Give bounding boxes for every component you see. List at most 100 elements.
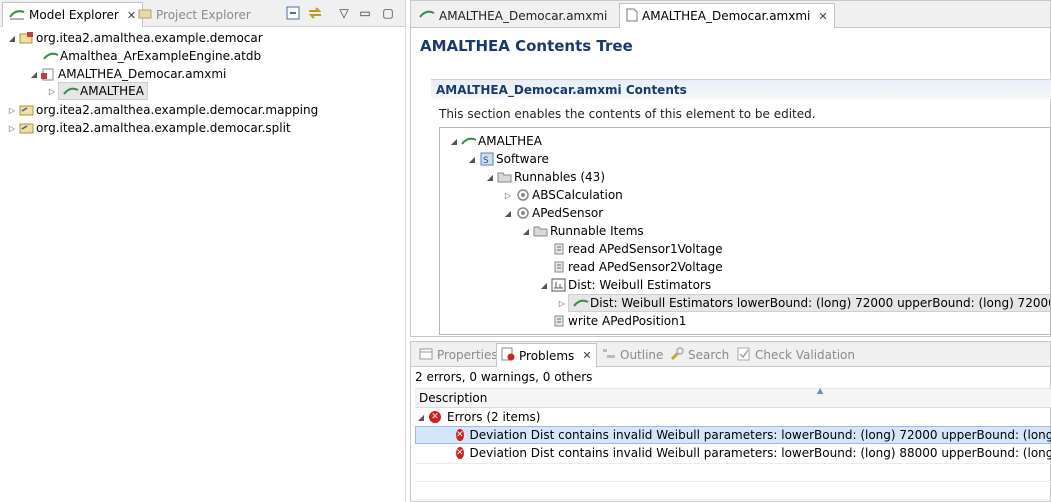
check-validation-icon xyxy=(737,347,751,364)
document-icon xyxy=(626,8,638,25)
tree-item-amalthea[interactable]: ▷ AMALTHEA xyxy=(46,82,148,100)
error-icon: ✕ xyxy=(456,447,464,459)
tab-check-validation[interactable]: Check Validation xyxy=(733,343,859,367)
group-label: Errors (2 items) xyxy=(447,410,541,424)
node-label: read APedSensor1Voltage xyxy=(568,242,723,256)
tree-item-label: AMALTHEA xyxy=(80,84,144,98)
tab-properties[interactable]: Properties xyxy=(415,343,502,367)
expanded-arrow-icon[interactable]: ◢ xyxy=(28,70,40,79)
column-label: Description xyxy=(419,391,488,405)
expanded-arrow-icon[interactable]: ◢ xyxy=(6,34,18,43)
page-title: AMALTHEA Contents Tree xyxy=(420,37,633,55)
svg-text:S: S xyxy=(483,156,489,166)
tree-item-democar[interactable]: ◢ org.itea2.amalthea.example.democar xyxy=(6,29,263,47)
outline-icon xyxy=(602,348,616,363)
content-node-dist[interactable]: ◢ Dist: Weibull Estimators xyxy=(538,276,711,294)
tab-problems[interactable]: Problems ✕ xyxy=(496,343,597,367)
collapsed-arrow-icon[interactable]: ▷ xyxy=(6,106,18,115)
tree-item-mapping[interactable]: ▷ org.itea2.amalthea.example.democar.map… xyxy=(6,101,318,119)
folder-icon xyxy=(532,223,550,239)
row-divider xyxy=(415,463,1051,464)
collapsed-arrow-icon[interactable]: ▷ xyxy=(6,124,18,133)
contents-tree[interactable]: ◢ AMALTHEA ◢ S Software ◢ Runnables (43)… xyxy=(439,127,1051,335)
project-folder-icon xyxy=(18,120,36,136)
expanded-arrow-icon[interactable]: ◢ xyxy=(520,227,532,236)
problem-description: Deviation Dist contains invalid Weibull … xyxy=(469,428,1051,442)
errors-group-row[interactable]: ◢ ✕ Errors (2 items) xyxy=(415,408,1051,426)
description-column-header[interactable]: Description ▲ xyxy=(415,386,1051,408)
expanded-arrow-icon[interactable]: ◢ xyxy=(484,173,496,182)
content-node-runnables[interactable]: ◢ Runnables (43) xyxy=(484,168,605,186)
row-divider xyxy=(415,481,1051,482)
node-label: AMALTHEA xyxy=(478,134,542,148)
content-node-read2[interactable]: read APedSensor2Voltage xyxy=(550,258,723,276)
view-menu-icon[interactable]: ▽ xyxy=(336,5,352,21)
collapsed-arrow-icon[interactable]: ▷ xyxy=(556,299,568,308)
amalthea-editor: AMALTHEA_Democar.amxmi AMALTHEA_Democar.… xyxy=(410,0,1051,337)
expanded-arrow-icon[interactable]: ◢ xyxy=(448,137,460,146)
tree-item-label: AMALTHEA_Democar.amxmi xyxy=(58,67,227,81)
node-label: write APedPosition1 xyxy=(568,314,687,328)
tab-label: Search xyxy=(688,348,730,362)
tree-item-democar-file[interactable]: ◢ AMALTHEA_Democar.amxmi xyxy=(28,65,226,83)
tab-project-explorer[interactable]: Project Explorer xyxy=(132,2,257,27)
left-tab-bar: Model Explorer ✕ Project Explorer ▽ ▭ ▢ xyxy=(0,0,405,27)
software-icon: S xyxy=(478,151,496,167)
runnable-icon xyxy=(514,205,532,221)
tab-label: Properties xyxy=(437,348,498,362)
node-label: Runnables (43) xyxy=(514,170,606,184)
content-node-runnable-items[interactable]: ◢ Runnable Items xyxy=(520,222,644,240)
tab-model-explorer[interactable]: Model Explorer ✕ xyxy=(2,2,144,27)
content-node-aped[interactable]: ◢ APedSensor xyxy=(502,204,603,222)
editor-tab-bar: AMALTHEA_Democar.amxmi AMALTHEA_Democar.… xyxy=(411,1,1050,28)
content-node-amalthea[interactable]: ◢ AMALTHEA xyxy=(448,132,542,150)
collapsed-arrow-icon[interactable]: ▷ xyxy=(502,191,514,200)
section-header[interactable]: AMALTHEA_Democar.amxmi Contents xyxy=(431,79,1051,99)
content-node-abs[interactable]: ▷ ABSCalculation xyxy=(502,186,623,204)
problems-summary: 2 errors, 0 warnings, 0 others xyxy=(415,370,593,384)
selected-node[interactable]: AMALTHEA xyxy=(58,82,148,100)
tree-item-ar-engine[interactable]: Amalthea_ArExampleEngine.atdb xyxy=(42,47,261,65)
model-explorer-pane: Model Explorer ✕ Project Explorer ▽ ▭ ▢ … xyxy=(0,0,406,502)
bottom-tab-bar: Properties Problems ✕ Outline Search Che… xyxy=(411,342,1050,367)
tab-search[interactable]: Search xyxy=(666,343,733,367)
expanded-arrow-icon[interactable]: ◢ xyxy=(415,413,427,422)
node-label: Software xyxy=(496,152,549,166)
content-node-read1[interactable]: read APedSensor1Voltage xyxy=(550,240,723,258)
model-explorer-icon xyxy=(9,7,25,24)
tab-label: Outline xyxy=(620,348,664,362)
tree-item-split[interactable]: ▷ org.itea2.amalthea.example.democar.spl… xyxy=(6,119,291,137)
minimize-icon[interactable]: ▭ xyxy=(357,5,373,21)
collapse-all-icon[interactable] xyxy=(285,5,301,21)
close-icon[interactable]: ✕ xyxy=(818,10,827,23)
editor-tab-2[interactable]: AMALTHEA_Democar.amxmi ✕ xyxy=(619,3,835,28)
tab-label: Problems xyxy=(519,348,575,363)
tree-item-label: org.itea2.amalthea.example.democar xyxy=(36,31,263,45)
content-node-dist-detail[interactable]: ▷ Dist: Weibull Estimators lowerBound: (… xyxy=(556,294,1050,312)
node-label: ABSCalculation xyxy=(532,188,623,202)
content-node-write[interactable]: write APedPosition1 xyxy=(550,312,686,330)
maximize-icon[interactable]: ▢ xyxy=(380,5,396,21)
row-divider xyxy=(415,499,1051,500)
error-icon: ✕ xyxy=(429,411,441,423)
close-icon[interactable]: ✕ xyxy=(582,349,591,362)
expanded-arrow-icon[interactable]: ◢ xyxy=(538,281,550,290)
content-node-software[interactable]: ◢ S Software xyxy=(466,150,549,168)
problem-row[interactable]: ✕ Deviation Dist contains invalid Weibul… xyxy=(415,444,1051,462)
expanded-arrow-icon[interactable]: ◢ xyxy=(502,209,514,218)
problem-description: Deviation Dist contains invalid Weibull … xyxy=(469,446,1051,460)
expanded-arrow-icon[interactable]: ◢ xyxy=(466,155,478,164)
section-description: This section enables the contents of thi… xyxy=(439,107,816,121)
problem-row[interactable]: ✕ Deviation Dist contains invalid Weibul… xyxy=(415,426,1051,444)
editor-tab-1[interactable]: AMALTHEA_Democar.amxmi xyxy=(413,3,613,28)
folder-icon xyxy=(496,169,514,185)
search-icon xyxy=(670,346,684,364)
tab-outline[interactable]: Outline xyxy=(598,343,667,367)
amalthea-model-icon xyxy=(62,83,80,99)
label-access-icon xyxy=(550,259,568,275)
node-label: read APedSensor2Voltage xyxy=(568,260,723,274)
collapsed-arrow-icon[interactable]: ▷ xyxy=(46,87,58,96)
link-with-editor-icon[interactable] xyxy=(307,5,323,21)
amalthea-model-icon xyxy=(460,133,478,149)
selected-node[interactable]: Dist: Weibull Estimators lowerBound: (lo… xyxy=(568,294,1050,312)
